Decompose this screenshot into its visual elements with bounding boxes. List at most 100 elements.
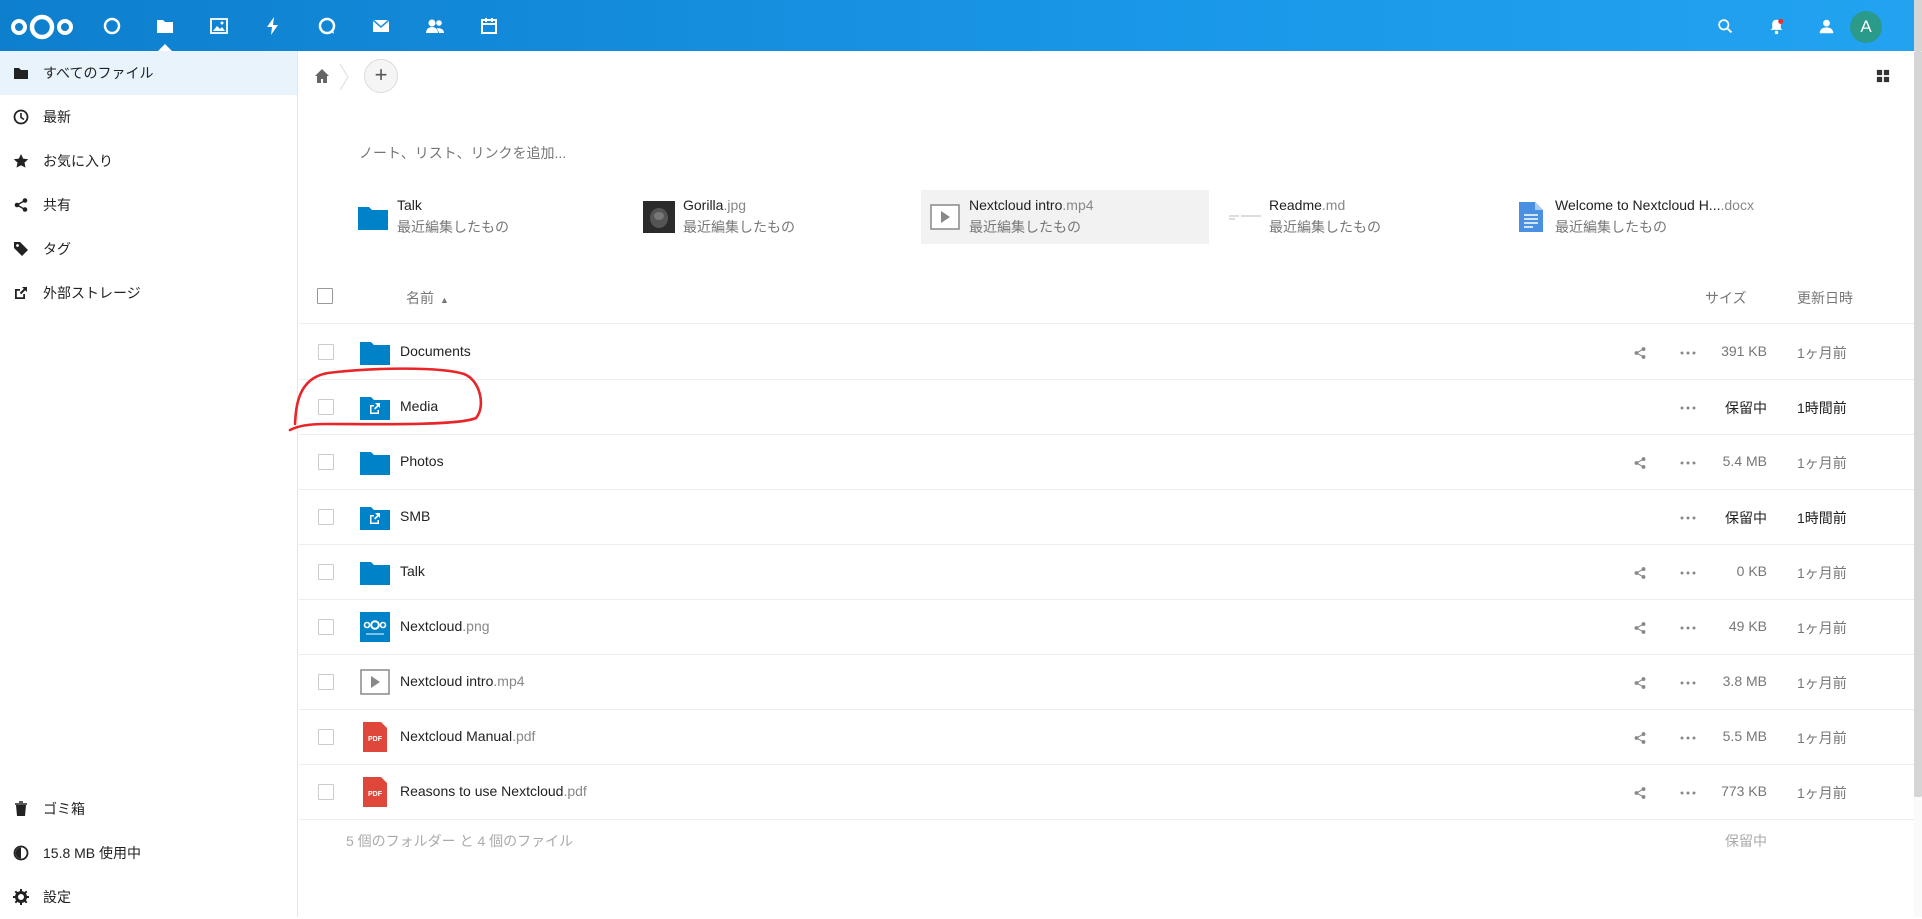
sidebar-item-trash[interactable]: ゴミ箱 bbox=[0, 787, 297, 831]
row-checkbox[interactable] bbox=[318, 674, 334, 690]
file-row[interactable]: Photos 5.4 MB 1ヶ月前 bbox=[299, 435, 1914, 490]
search-icon[interactable] bbox=[1712, 13, 1738, 39]
sidebar-item-recent[interactable]: 最新 bbox=[0, 95, 297, 139]
share-icon bbox=[12, 196, 30, 214]
file-size: 49 KB bbox=[1728, 618, 1767, 634]
file-name[interactable]: Nextcloud intro.mp4 bbox=[400, 673, 525, 689]
file-row[interactable]: PDF Nextcloud Manual.pdf 5.5 MB 1ヶ月前 bbox=[299, 710, 1914, 765]
pdf-icon: PDF bbox=[360, 777, 390, 807]
sidebar-item-label: タグ bbox=[43, 241, 71, 257]
recent-subtitle: 最近編集したもの bbox=[397, 219, 509, 235]
share-icon[interactable] bbox=[1630, 618, 1650, 638]
file-row[interactable]: Media 保留中 1時間前 bbox=[299, 380, 1914, 435]
file-row[interactable]: Talk 0 KB 1ヶ月前 bbox=[299, 545, 1914, 600]
photo-thumbnail-icon bbox=[643, 201, 675, 233]
row-checkbox[interactable] bbox=[318, 619, 334, 635]
sidebar-item-tags[interactable]: タグ bbox=[0, 227, 297, 271]
file-row[interactable]: Nextcloud intro.mp4 3.8 MB 1ヶ月前 bbox=[299, 655, 1914, 710]
share-icon[interactable] bbox=[1630, 673, 1650, 693]
file-size: 5.4 MB bbox=[1722, 453, 1767, 469]
row-checkbox[interactable] bbox=[318, 564, 334, 580]
home-icon[interactable] bbox=[311, 65, 333, 87]
file-size: 保留中 bbox=[1725, 510, 1767, 526]
column-size[interactable]: サイズ bbox=[1705, 288, 1747, 308]
sidebar-item-external-storage[interactable]: 外部ストレージ bbox=[0, 271, 297, 315]
column-name[interactable]: 名前 ▲ bbox=[406, 288, 449, 308]
row-checkbox[interactable] bbox=[318, 784, 334, 800]
dashboard-icon[interactable] bbox=[99, 13, 125, 39]
file-modified: 1ヶ月前 bbox=[1797, 620, 1847, 636]
files-icon[interactable] bbox=[152, 13, 178, 39]
text-file-thumbnail-icon bbox=[1229, 201, 1261, 233]
contacts-menu-icon[interactable] bbox=[1813, 13, 1839, 39]
file-name[interactable]: Reasons to use Nextcloud.pdf bbox=[400, 783, 587, 799]
file-name[interactable]: SMB bbox=[400, 508, 430, 524]
folder-icon bbox=[12, 64, 30, 82]
grid-view-icon[interactable] bbox=[1872, 65, 1894, 87]
photos-icon[interactable] bbox=[206, 13, 232, 39]
sidebar-item-label: 共有 bbox=[43, 197, 71, 213]
share-icon[interactable] bbox=[1630, 728, 1650, 748]
file-modified: 1ヶ月前 bbox=[1797, 565, 1847, 581]
file-size: 5.5 MB bbox=[1722, 728, 1767, 744]
row-checkbox[interactable] bbox=[318, 509, 334, 525]
svg-text:PDF: PDF bbox=[368, 791, 383, 798]
row-checkbox[interactable] bbox=[318, 454, 334, 470]
row-checkbox[interactable] bbox=[318, 729, 334, 745]
user-avatar[interactable]: A bbox=[1850, 11, 1882, 43]
mail-icon[interactable] bbox=[368, 13, 394, 39]
share-icon[interactable] bbox=[1630, 343, 1650, 363]
file-modified: 1時間前 bbox=[1797, 510, 1847, 526]
file-name[interactable]: Media bbox=[400, 398, 438, 414]
recent-name: Talk bbox=[397, 197, 422, 213]
talk-icon[interactable] bbox=[314, 13, 340, 39]
select-all-checkbox[interactable] bbox=[317, 288, 333, 304]
file-name[interactable]: Photos bbox=[400, 453, 444, 469]
recent-name: Gorilla.jpg bbox=[683, 197, 747, 213]
sidebar-item-label: すべてのファイル bbox=[43, 65, 154, 81]
sidebar-item-settings[interactable]: 設定 bbox=[0, 875, 297, 919]
image-thumbnail-icon bbox=[360, 612, 390, 642]
rich-workspace-input[interactable] bbox=[359, 141, 1059, 165]
activity-icon[interactable] bbox=[260, 13, 286, 39]
sidebar-item-favorites[interactable]: お気に入り bbox=[0, 139, 297, 183]
row-checkbox[interactable] bbox=[318, 399, 334, 415]
file-row[interactable]: Documents 391 KB 1ヶ月前 bbox=[299, 325, 1914, 380]
recent-name: Welcome to Nextcloud H....docx bbox=[1555, 197, 1754, 213]
sidebar-item-all-files[interactable]: すべてのファイル bbox=[0, 51, 297, 95]
recent-item[interactable]: Talk 最近編集したもの bbox=[349, 190, 637, 244]
quota-label: 15.8 MB 使用中 bbox=[43, 845, 142, 861]
file-name[interactable]: Nextcloud Manual.pdf bbox=[400, 728, 535, 744]
file-size: 保留中 bbox=[1725, 400, 1767, 416]
file-name[interactable]: Documents bbox=[400, 343, 471, 359]
new-file-button[interactable]: + bbox=[364, 59, 398, 93]
file-row[interactable]: Nextcloud.png 49 KB 1ヶ月前 bbox=[299, 600, 1914, 655]
sidebar-item-shares[interactable]: 共有 bbox=[0, 183, 297, 227]
file-size: 391 KB bbox=[1721, 343, 1767, 359]
share-icon[interactable] bbox=[1630, 453, 1650, 473]
nextcloud-logo[interactable] bbox=[10, 12, 74, 42]
gear-icon bbox=[12, 888, 30, 906]
file-row[interactable]: PDF Reasons to use Nextcloud.pdf 773 KB … bbox=[299, 765, 1914, 820]
recent-item[interactable]: Readme.md 最近編集したもの bbox=[1221, 190, 1509, 244]
scrollbar-thumb[interactable] bbox=[1914, 51, 1922, 797]
column-modified[interactable]: 更新日時 bbox=[1797, 288, 1853, 308]
share-icon[interactable] bbox=[1630, 563, 1650, 583]
recent-item[interactable]: Nextcloud intro.mp4 最近編集したもの bbox=[921, 190, 1209, 244]
contacts-icon[interactable] bbox=[422, 13, 448, 39]
folder-icon bbox=[360, 558, 390, 586]
file-name[interactable]: Nextcloud.png bbox=[400, 618, 490, 634]
file-modified: 1ヶ月前 bbox=[1797, 455, 1847, 471]
share-icon[interactable] bbox=[1630, 783, 1650, 803]
file-name[interactable]: Talk bbox=[400, 563, 425, 579]
calendar-icon[interactable] bbox=[476, 13, 502, 39]
sidebar-quota[interactable]: 15.8 MB 使用中 bbox=[0, 831, 297, 875]
row-checkbox[interactable] bbox=[318, 344, 334, 360]
sidebar-item-label: お気に入り bbox=[43, 153, 113, 169]
recent-item[interactable]: Welcome to Nextcloud H....docx 最近編集したもの bbox=[1507, 190, 1795, 244]
notifications-icon[interactable] bbox=[1763, 13, 1789, 39]
folder-icon bbox=[357, 201, 389, 233]
recent-item[interactable]: Gorilla.jpg 最近編集したもの bbox=[635, 190, 923, 244]
recent-subtitle: 最近編集したもの bbox=[969, 219, 1081, 235]
file-row[interactable]: SMB 保留中 1時間前 bbox=[299, 490, 1914, 545]
